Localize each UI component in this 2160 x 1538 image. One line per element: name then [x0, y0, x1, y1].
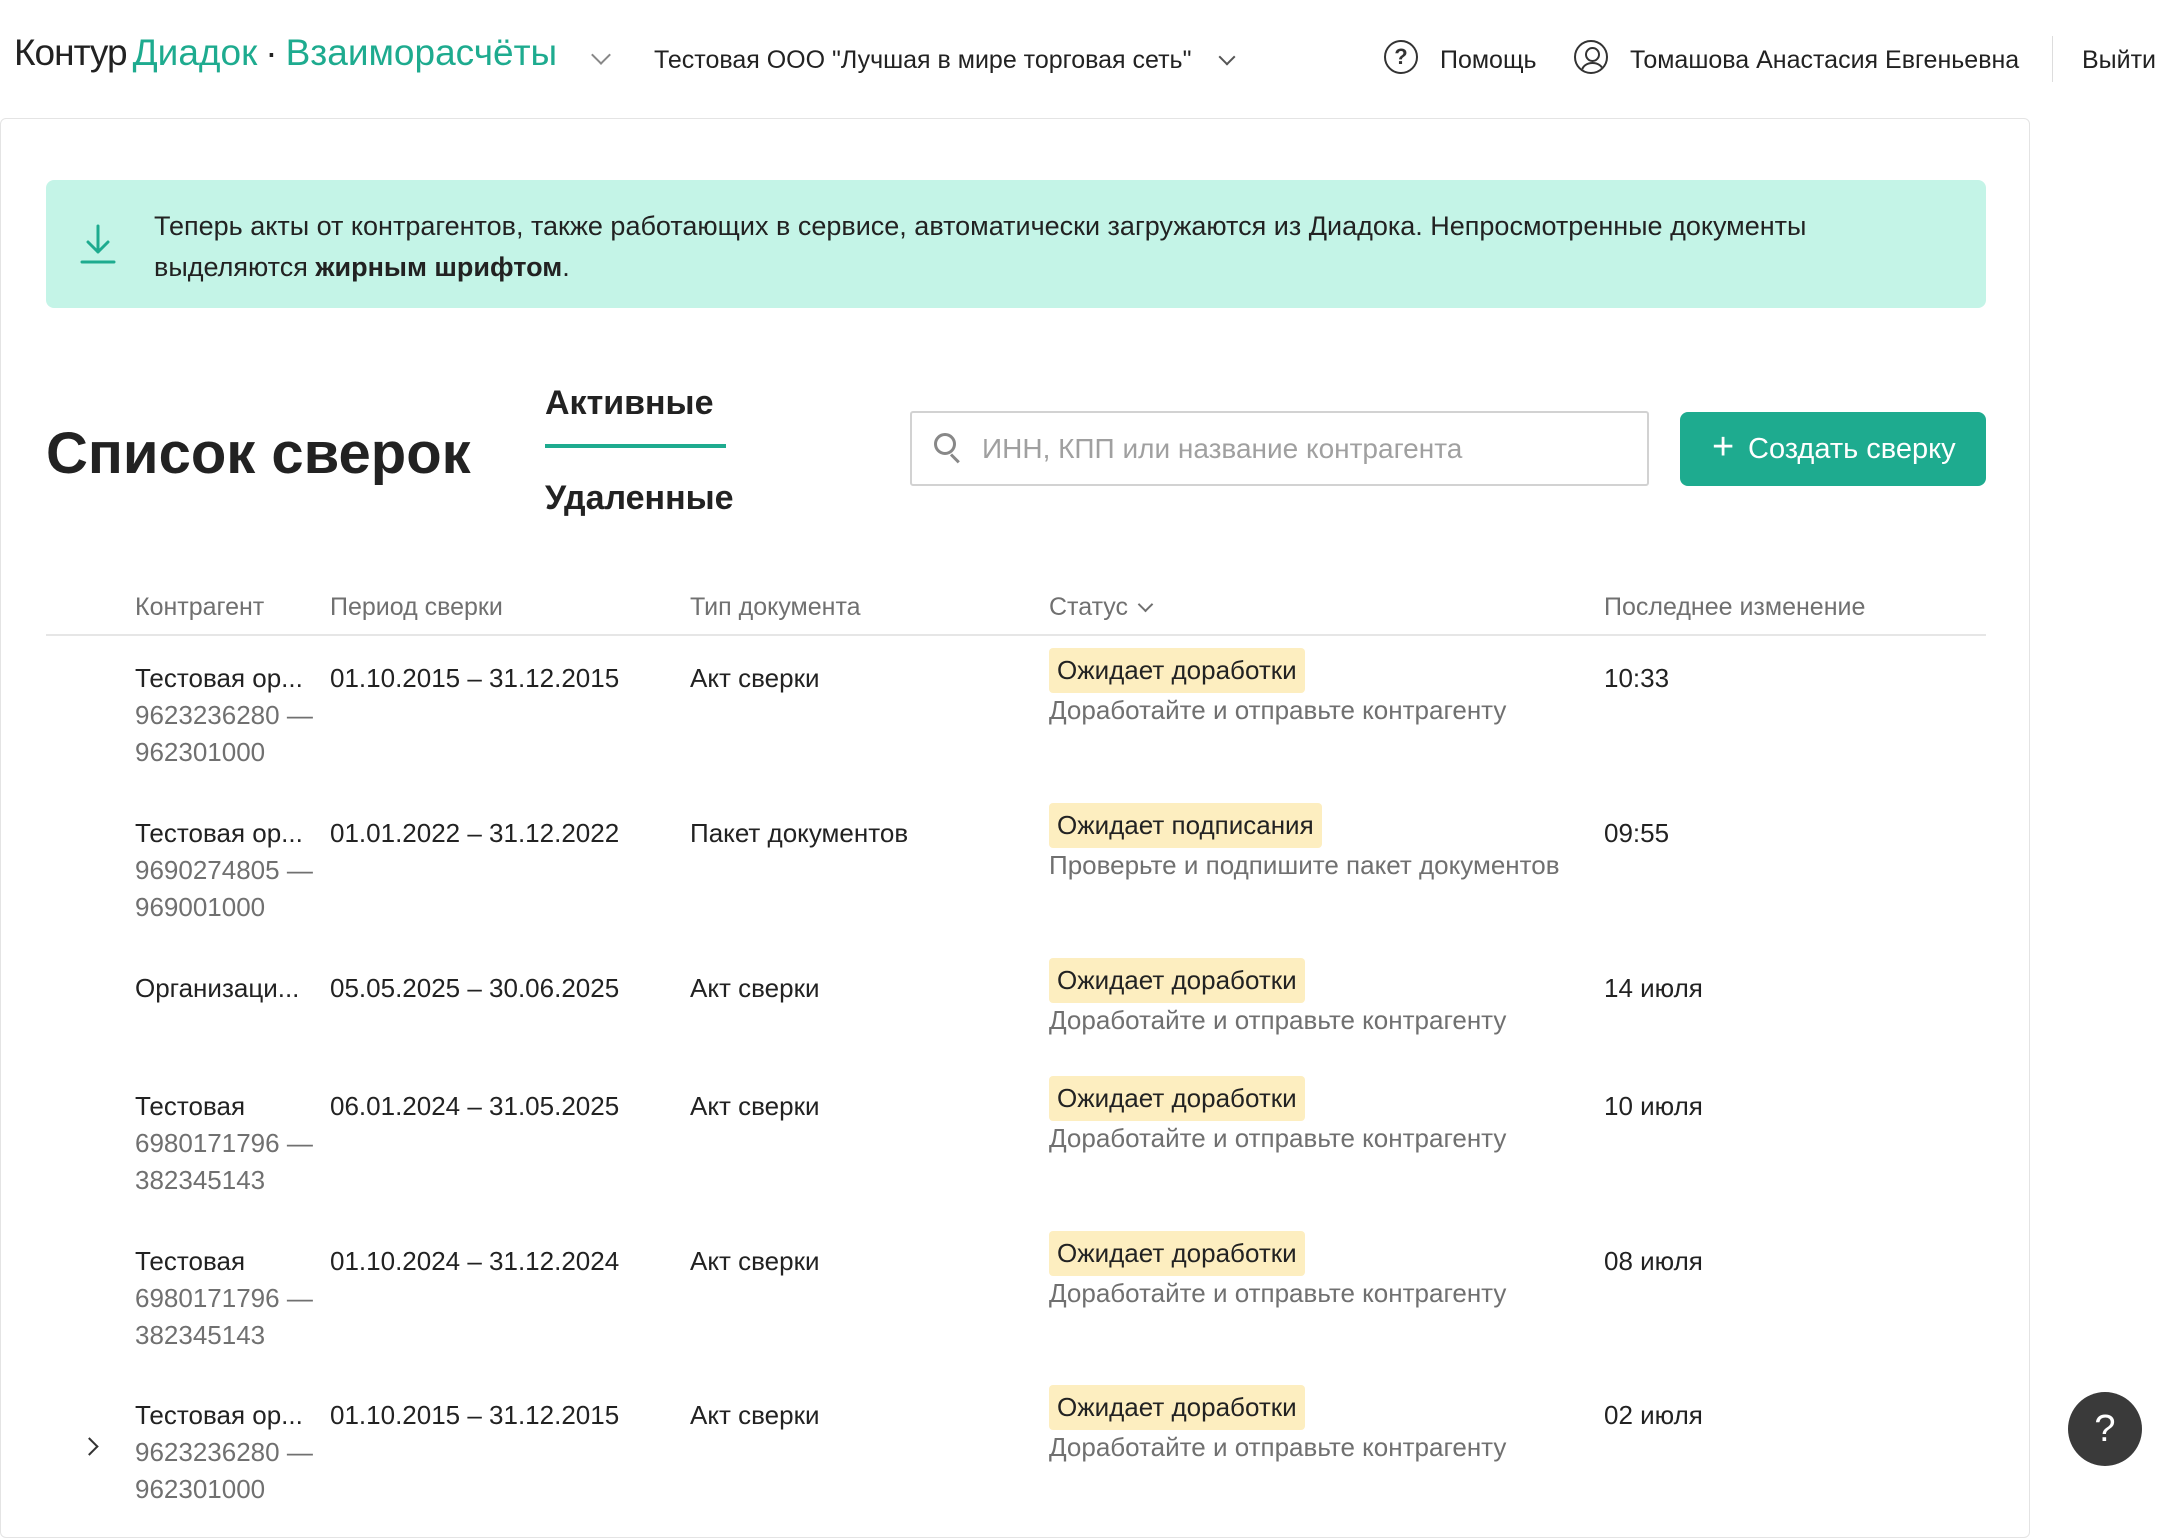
column-header-last-change: Последнее изменение	[1604, 593, 1866, 621]
counterparty-cell: Тестовая 6980171796 —382345143	[135, 1246, 313, 1350]
period-cell: 01.10.2015 – 31.12.2015	[330, 663, 620, 693]
status-cell: Ожидает доработки Доработайте и отправьте…	[1049, 958, 1506, 1037]
last-change-cell: 14 июля	[1604, 973, 1703, 1003]
search-icon	[934, 433, 960, 464]
last-change-cell: 08 июля	[1604, 1246, 1703, 1276]
status-hint: Доработайте и отправьте контрагенту	[1049, 695, 1507, 725]
tab-deleted[interactable]: Удаленные	[545, 479, 734, 518]
page-title: Список сверок	[46, 421, 471, 486]
status-hint: Доработайте и отправьте контрагенту	[1049, 1432, 1507, 1462]
status-cell: Ожидает доработки Доработайте и отправьте…	[1049, 1231, 1506, 1310]
doc-type-cell: Акт сверки	[690, 1400, 820, 1430]
tab-active-underline	[545, 444, 726, 448]
column-header-counterparty: Контрагент	[135, 593, 265, 621]
user-name[interactable]: Томашова Анастасия Евгеньевна	[1630, 46, 2019, 75]
counterparty-cell: Тестовая 6980171796 —382345143	[135, 1091, 313, 1195]
status-hint: Доработайте и отправьте контрагенту	[1049, 1278, 1507, 1308]
column-header-period: Период сверки	[330, 593, 503, 621]
counterparty-cell: Организаци...	[135, 973, 300, 1003]
last-change-cell: 10 июля	[1604, 1091, 1703, 1121]
column-header-doc-type: Тип документа	[690, 593, 861, 621]
banner-bold-text: жирным шрифтом	[315, 252, 563, 282]
status-badge: Ожидает подписания	[1049, 803, 1322, 848]
last-change-cell: 10:33	[1604, 663, 1670, 693]
status-cell: Ожидает подписания Проверьте и подпишите …	[1049, 803, 1560, 882]
plus-icon: +	[1712, 426, 1735, 468]
period-cell: 01.10.2015 – 31.12.2015	[330, 1400, 620, 1430]
period-cell: 05.05.2025 – 30.06.2025	[330, 973, 620, 1003]
question-circle-icon[interactable]: ?	[1384, 40, 1418, 74]
user-circle-icon[interactable]	[1574, 40, 1608, 74]
brand-diadoc: Диадок	[132, 32, 258, 73]
banner-text: Теперь акты от контрагентов, также работ…	[154, 211, 1807, 282]
help-link[interactable]: Помощь	[1440, 46, 1537, 75]
search-box[interactable]	[910, 411, 1649, 486]
column-header-status[interactable]: Статус	[1049, 593, 1154, 622]
status-badge: Ожидает доработки	[1049, 958, 1305, 1003]
tab-active[interactable]: Активные	[545, 384, 714, 423]
create-button-label: Создать сверку	[1748, 433, 1956, 465]
status-badge: Ожидает доработки	[1049, 1385, 1305, 1430]
help-fab-question-icon[interactable]: ?	[2068, 1392, 2142, 1466]
status-badge: Ожидает доработки	[1049, 648, 1305, 693]
org-selector[interactable]: Тестовая ООО "Лучшая в мире торговая сет…	[654, 46, 1191, 75]
product-menu-chevron-down-icon[interactable]	[591, 45, 611, 65]
doc-type-cell: Пакет документов	[690, 818, 909, 848]
doc-type-cell: Акт сверки	[690, 1246, 820, 1276]
brand-kontur: Контур	[14, 32, 128, 73]
doc-type-cell: Акт сверки	[690, 663, 820, 693]
last-change-cell: 02 июля	[1604, 1400, 1703, 1430]
status-cell: Ожидает доработки Доработайте и отправьте…	[1049, 1385, 1506, 1464]
logout-link[interactable]: Выйти	[2082, 46, 2156, 75]
status-hint: Доработайте и отправьте контрагенту	[1049, 1005, 1507, 1035]
last-change-cell: 09:55	[1604, 818, 1670, 848]
info-banner: Теперь акты от контрагентов, также работ…	[46, 180, 1986, 308]
brand-dot: ·	[265, 32, 278, 73]
status-badge: Ожидает доработки	[1049, 1231, 1305, 1276]
status-cell: Ожидает доработки Доработайте и отправьте…	[1049, 1076, 1506, 1155]
top-header: Контур Диадок · Взаиморасчёты Тестовая ООО …	[0, 0, 2160, 118]
status-cell: Ожидает доработки Доработайте и отправьте…	[1049, 648, 1506, 727]
status-hint: Доработайте и отправьте контрагенту	[1049, 1123, 1507, 1153]
doc-type-cell: Акт сверки	[690, 1091, 820, 1121]
download-icon	[80, 224, 116, 264]
table-header-divider	[46, 634, 1986, 636]
header-divider	[2052, 36, 2053, 82]
period-cell: 06.01.2024 – 31.05.2025	[330, 1091, 620, 1121]
status-badge: Ожидает доработки	[1049, 1076, 1305, 1121]
brand-product: Взаиморасчёты	[285, 32, 558, 73]
counterparty-cell: Тестовая ор... 9690274805 —969001000	[135, 818, 313, 922]
sort-chevron-down-icon[interactable]	[1137, 596, 1154, 613]
org-selector-chevron-down-icon[interactable]	[1218, 48, 1236, 66]
counterparty-cell: Тестовая ор... 9623236280 —962301000	[135, 663, 313, 767]
period-cell: 01.10.2024 – 31.12.2024	[330, 1246, 620, 1276]
brand-logo[interactable]: Контур Диадок · Взаиморасчёты	[14, 32, 557, 74]
search-input[interactable]	[982, 423, 1632, 475]
doc-type-cell: Акт сверки	[690, 973, 820, 1003]
period-cell: 01.01.2022 – 31.12.2022	[330, 818, 620, 848]
counterparty-cell: Тестовая ор... 9623236280 —962301000	[135, 1400, 313, 1504]
status-hint: Проверьте и подпишите пакет документов	[1049, 850, 1560, 880]
create-reconciliation-button[interactable]: + Создать сверку	[1680, 412, 1986, 486]
